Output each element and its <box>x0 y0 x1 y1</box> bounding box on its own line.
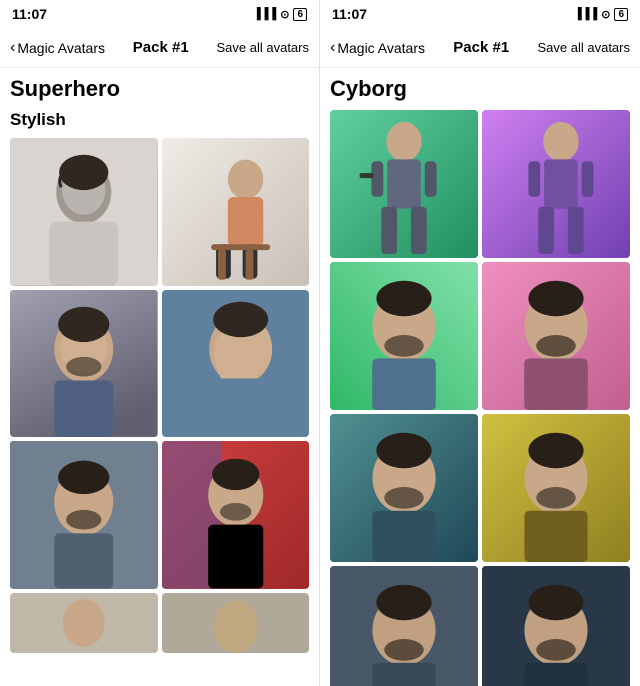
section-title-right: Cyborg <box>330 76 630 102</box>
image-item[interactable] <box>482 414 630 562</box>
image-item[interactable] <box>330 566 478 686</box>
battery-icon-left: 6 <box>293 8 307 21</box>
image-item[interactable] <box>162 593 310 653</box>
image-item[interactable] <box>10 138 158 286</box>
status-icons-right: ▐▐▐ ⊙ 6 <box>574 8 628 21</box>
image-item[interactable] <box>330 414 478 562</box>
save-all-button-right[interactable]: Save all avatars <box>538 40 631 55</box>
back-arrow-icon-right: ‹ <box>330 39 335 57</box>
time-right: 11:07 <box>332 6 367 22</box>
wifi-icon-left: ⊙ <box>280 8 289 21</box>
image-grid-right <box>330 110 630 686</box>
section-title-left: Superhero <box>10 76 309 102</box>
save-all-button-left[interactable]: Save all avatars <box>217 40 310 55</box>
image-item[interactable] <box>162 441 310 589</box>
image-item[interactable] <box>482 262 630 410</box>
image-item[interactable] <box>482 110 630 258</box>
signal-icon-right: ▐▐▐ <box>574 8 597 20</box>
image-item[interactable] <box>162 290 310 438</box>
back-label-right: Magic Avatars <box>337 40 425 56</box>
status-bar-left: 11:07 ▐▐▐ ⊙ 6 <box>0 0 319 28</box>
content-left: Superhero Stylish <box>0 68 319 686</box>
subsection-title-left: Stylish <box>10 110 309 130</box>
nav-bar-right: ‹ Magic Avatars Pack #1 Save all avatars <box>320 28 640 68</box>
time-left: 11:07 <box>12 6 47 22</box>
content-right: Cyborg <box>320 68 640 686</box>
nav-bar-left: ‹ Magic Avatars Pack #1 Save all avatars <box>0 28 319 68</box>
image-item[interactable] <box>10 593 158 653</box>
image-item[interactable] <box>10 290 158 438</box>
back-button-left[interactable]: ‹ Magic Avatars <box>10 39 105 57</box>
nav-title-right: Pack #1 <box>431 39 532 56</box>
status-bar-right: 11:07 ▐▐▐ ⊙ 6 <box>320 0 640 28</box>
back-arrow-icon-left: ‹ <box>10 39 15 57</box>
image-item[interactable] <box>330 262 478 410</box>
right-phone-panel: 11:07 ▐▐▐ ⊙ 6 ‹ Magic Avatars Pack #1 Sa… <box>320 0 640 686</box>
nav-title-left: Pack #1 <box>111 39 211 56</box>
image-item[interactable] <box>330 110 478 258</box>
status-icons-left: ▐▐▐ ⊙ 6 <box>253 8 307 21</box>
left-phone-panel: 11:07 ▐▐▐ ⊙ 6 ‹ Magic Avatars Pack #1 Sa… <box>0 0 320 686</box>
back-button-right[interactable]: ‹ Magic Avatars <box>330 39 425 57</box>
image-item[interactable] <box>10 441 158 589</box>
signal-icon-left: ▐▐▐ <box>253 8 276 20</box>
image-item[interactable] <box>482 566 630 686</box>
back-label-left: Magic Avatars <box>17 40 105 56</box>
battery-icon-right: 6 <box>614 8 628 21</box>
wifi-icon-right: ⊙ <box>601 8 610 21</box>
image-item[interactable] <box>162 138 310 286</box>
image-grid-left <box>10 138 309 653</box>
